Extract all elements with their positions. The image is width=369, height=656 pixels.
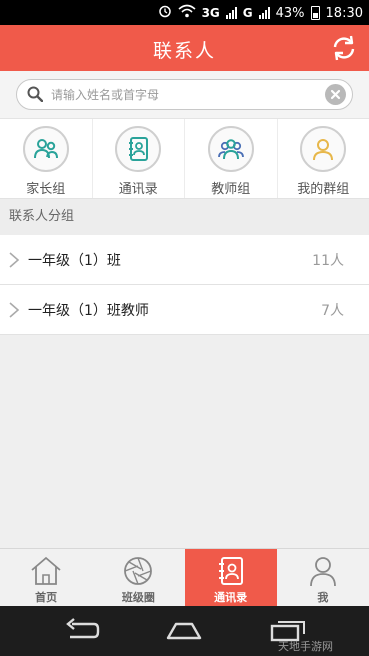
address-book-icon: [115, 126, 162, 172]
category-my-groups[interactable]: 我的群组: [278, 119, 369, 198]
category-row: 家长组 通讯录 教师组 我的群组: [0, 119, 369, 199]
category-label: 通讯录: [118, 182, 158, 197]
wifi-icon: [178, 4, 196, 22]
app-content: 家长组 通讯录 教师组 我的群组 联系人分组 一年级（1）班 11人 一年级（1: [0, 71, 369, 606]
clock: 18:30: [325, 5, 363, 21]
network-type: 3G: [201, 6, 220, 20]
tab-label: 首页: [35, 591, 58, 604]
search-input[interactable]: [51, 84, 301, 105]
signal-icon-2: [258, 7, 270, 19]
back-icon[interactable]: [60, 616, 104, 644]
tab-contacts[interactable]: 通讯录: [184, 549, 277, 606]
aperture-icon: [124, 557, 153, 585]
system-nav-bar: 天地手游网: [0, 606, 369, 656]
search-bar: [0, 71, 369, 119]
group-row[interactable]: 一年级（1）班教师 7人: [0, 285, 369, 335]
teachers-icon: [207, 126, 254, 172]
watermark: 天地手游网: [278, 640, 333, 653]
tab-label: 通讯录: [214, 591, 248, 604]
group-count: 11人: [312, 253, 344, 269]
contacts-icon: [218, 557, 243, 585]
refresh-icon[interactable]: [329, 33, 359, 63]
category-teachers[interactable]: 教师组: [185, 119, 278, 198]
home-button-icon[interactable]: [162, 616, 206, 644]
alarm-icon: [158, 4, 172, 22]
category-parents[interactable]: 家长组: [0, 119, 93, 198]
tab-label: 班级圈: [121, 591, 155, 604]
network-type-2: G: [242, 6, 253, 20]
category-label: 我的群组: [297, 182, 350, 197]
battery-icon: [310, 6, 320, 20]
status-bar: 3G G 43% 18:30: [0, 0, 369, 25]
group-name: 一年级（1）班: [28, 253, 121, 269]
chevron-right-icon: [9, 252, 20, 268]
group-count: 7人: [321, 303, 344, 319]
signal-icon: [225, 7, 237, 19]
my-group-icon: [300, 126, 347, 172]
tab-home[interactable]: 首页: [0, 549, 92, 606]
section-header: 联系人分组: [0, 199, 369, 235]
clear-icon[interactable]: [325, 84, 346, 105]
page-title: 联系人: [152, 40, 216, 62]
category-address-book[interactable]: 通讯录: [93, 119, 185, 198]
battery-percent: 43%: [275, 5, 305, 21]
group-row[interactable]: 一年级（1）班 11人: [0, 235, 369, 285]
tab-label: 我: [317, 591, 329, 604]
parents-icon: [22, 126, 69, 172]
tab-bar: 首页 班级圈 通讯录 我: [0, 548, 369, 606]
category-label: 教师组: [211, 182, 251, 197]
tab-class-circle[interactable]: 班级圈: [92, 549, 184, 606]
category-label: 家长组: [26, 182, 66, 197]
app-header: 联系人: [0, 25, 369, 71]
person-icon: [309, 557, 336, 587]
tab-me[interactable]: 我: [277, 549, 369, 606]
search-icon: [27, 86, 43, 102]
search-box: [16, 79, 353, 110]
chevron-right-icon: [9, 302, 20, 318]
group-name: 一年级（1）班教师: [28, 303, 149, 319]
home-icon: [31, 556, 61, 585]
